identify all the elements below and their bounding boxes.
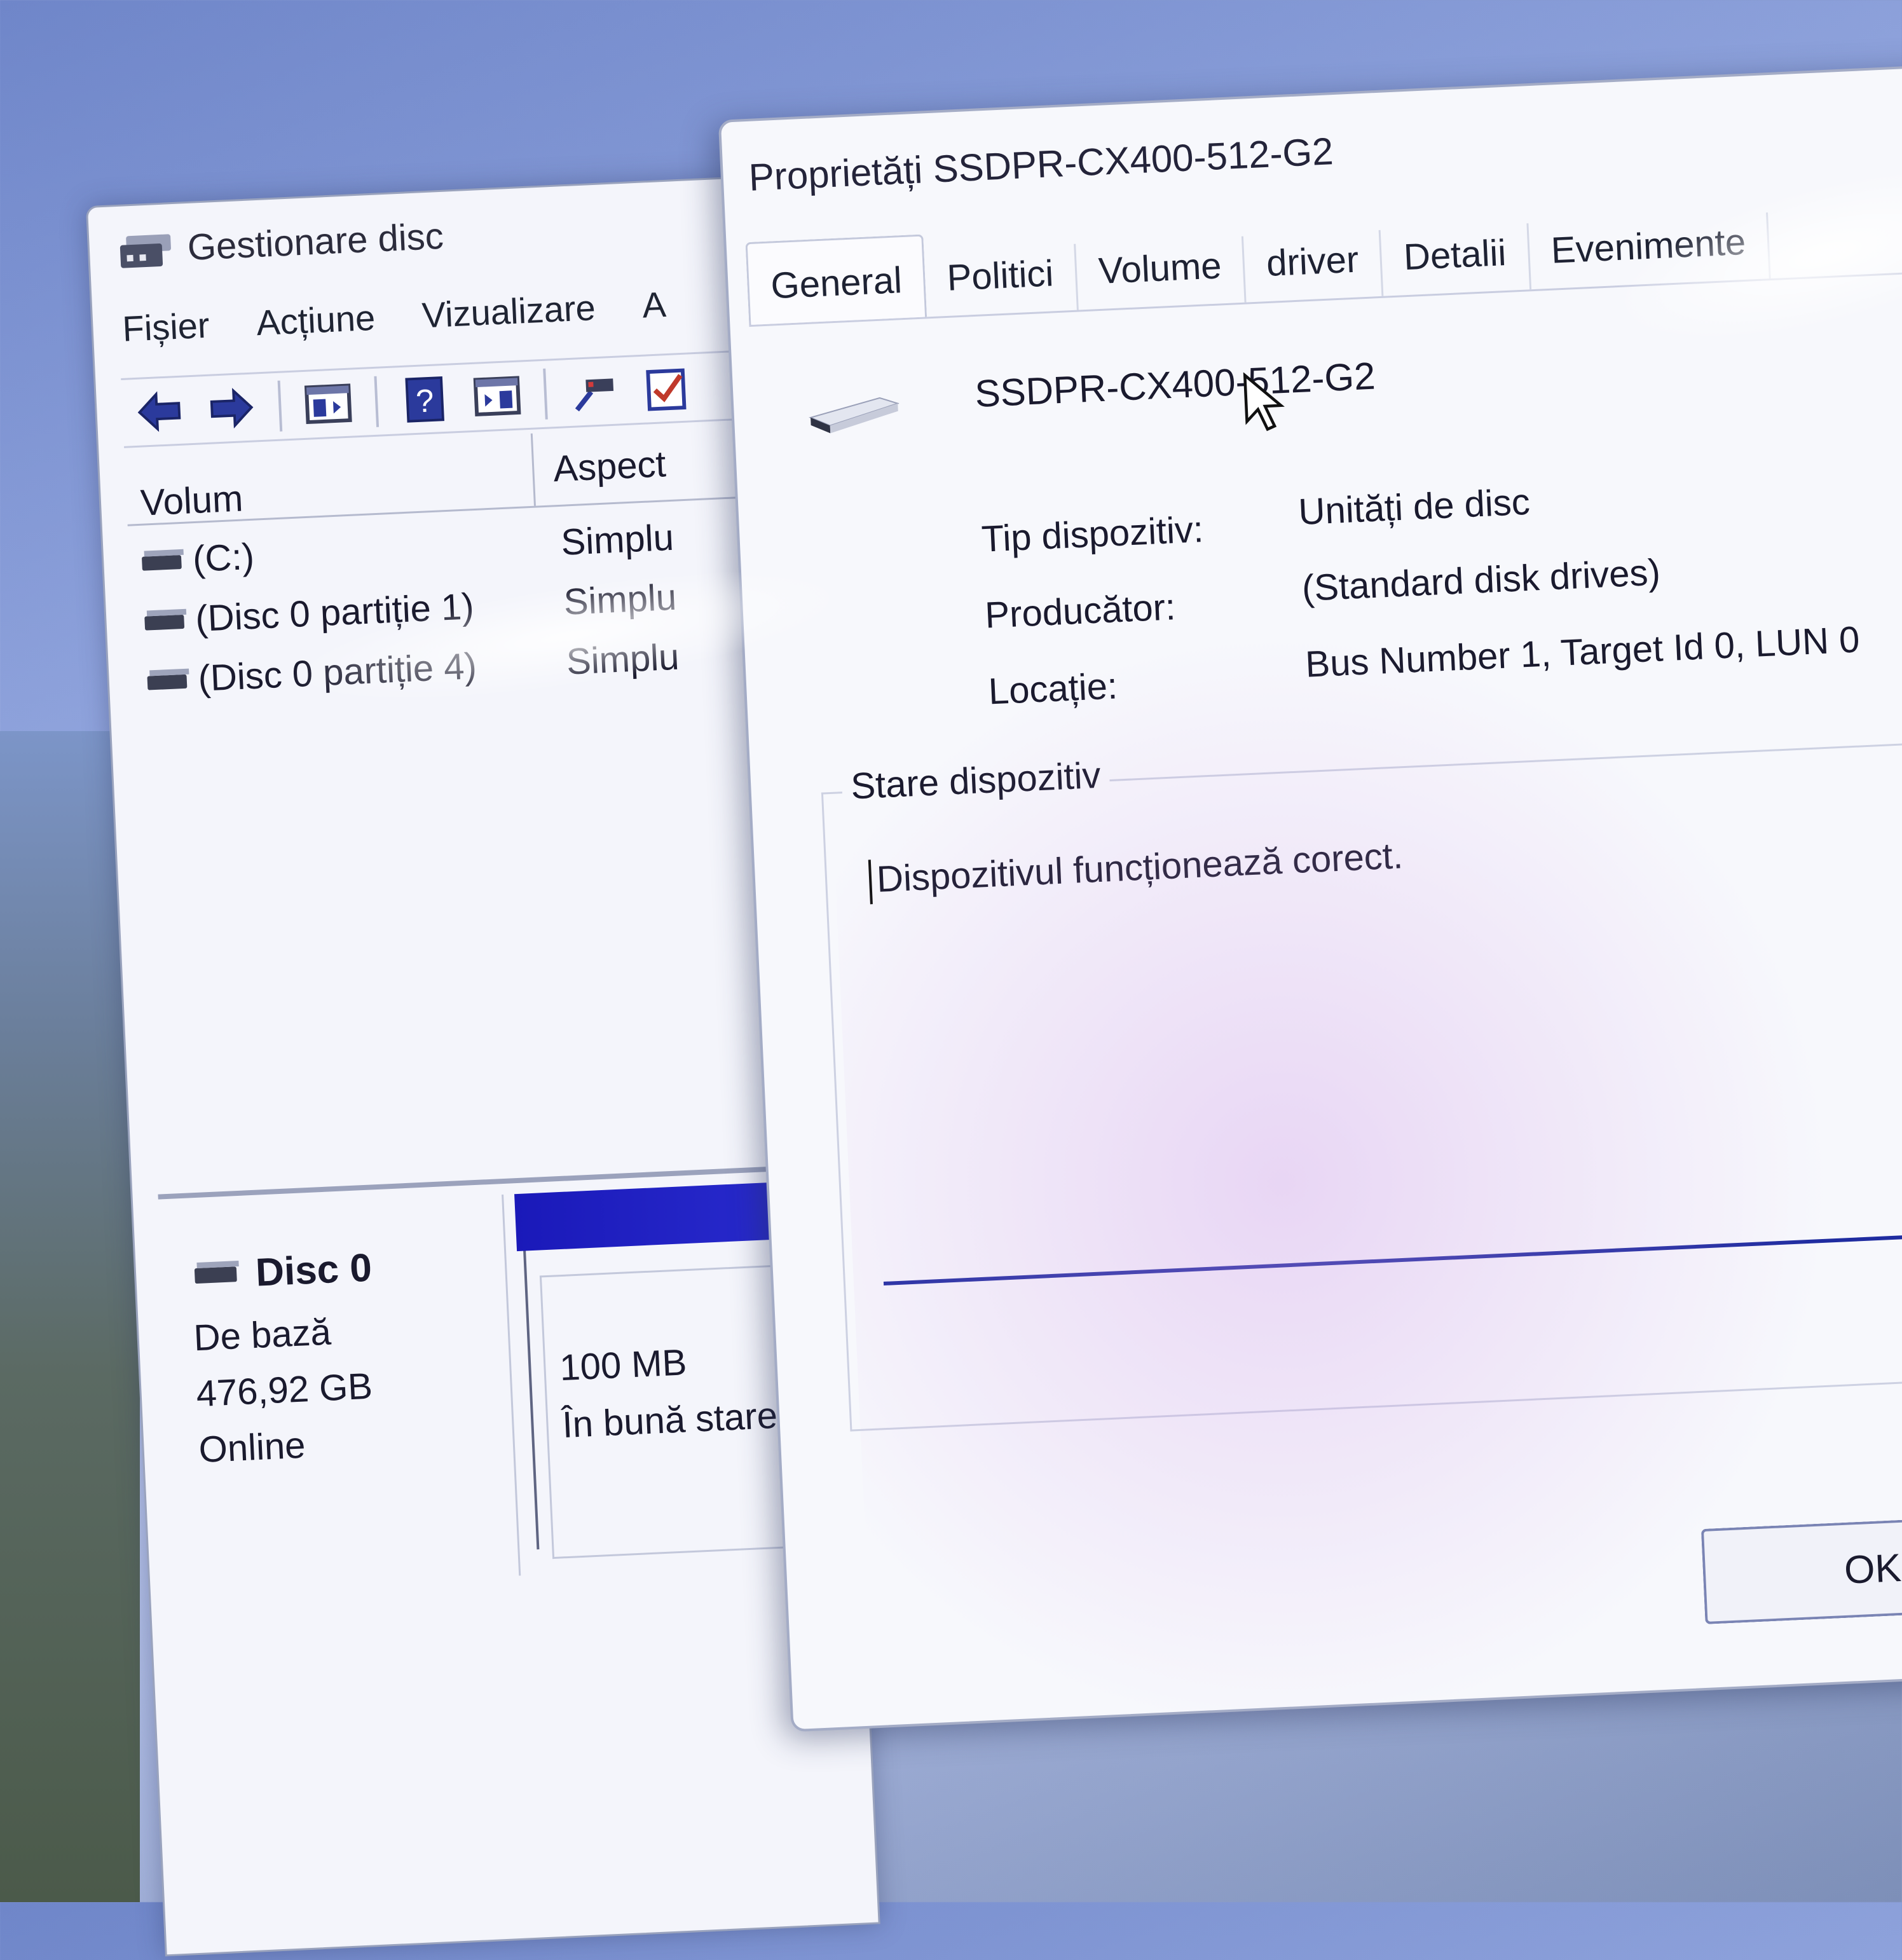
toolbar-separator [374, 376, 380, 427]
disk-name: Disc 0 [254, 1245, 373, 1295]
disk-management-app-icon [120, 229, 172, 270]
menu-help[interactable]: A [641, 284, 667, 326]
device-type-label: Tip dispozitiv: [980, 509, 1205, 560]
disk-info-panel[interactable]: Disc 0 De bază 476,92 GB Online [158, 1195, 521, 1592]
manufacturer-label: Producător: [984, 586, 1177, 636]
device-type-value: Unități de disc [1297, 481, 1531, 533]
menu-file[interactable]: Fișier [121, 305, 210, 350]
checklist-icon[interactable] [640, 362, 693, 415]
volume-layout: Simplu [563, 576, 678, 623]
volume-layout: Simplu [560, 516, 675, 563]
tab-details[interactable]: Detalii [1381, 223, 1531, 296]
column-header-volume[interactable]: Volum [140, 477, 244, 524]
window-title: Gestionare disc [186, 215, 444, 268]
toolbar-separator [277, 380, 283, 432]
forward-arrow-icon[interactable] [205, 381, 259, 435]
window-titlebar: Gestionare disc [119, 207, 445, 279]
volume-name: (Disc 0 partiție 4) [197, 645, 478, 699]
column-header-layout[interactable]: Aspect [530, 427, 668, 506]
ok-button[interactable]: OK [1700, 1511, 1902, 1624]
disk-size: 476,92 GB [195, 1365, 374, 1415]
toolbar-separator [543, 368, 548, 420]
properties-dialog: Proprietăți SSDPR-CX400-512-G2 General P… [718, 62, 1902, 1732]
back-arrow-icon[interactable] [133, 385, 186, 439]
volume-drive-icon [144, 614, 185, 631]
text-caret [868, 860, 873, 905]
svg-text:?: ? [415, 382, 435, 419]
menu-bar: Fișier Acțiune Vizualizare A [121, 284, 667, 350]
manufacturer-value: (Standard disk drives) [1301, 551, 1662, 610]
disk-type: De bază [193, 1311, 332, 1359]
tab-general[interactable]: General [745, 234, 927, 326]
disk-drive-icon [803, 388, 900, 437]
location-label: Locație: [987, 665, 1119, 713]
menu-action[interactable]: Acțiune [256, 297, 376, 343]
volume-drive-icon [141, 554, 182, 571]
tab-events[interactable]: Evenimente [1528, 212, 1771, 290]
help-icon[interactable]: ? [398, 373, 451, 427]
toolbar: ? [121, 346, 811, 448]
partition-size: 100 MB [559, 1341, 688, 1389]
console-tree-icon[interactable] [302, 377, 355, 430]
device-status-group: Stare dispozitiv Dispozitivul funcționea… [821, 737, 1902, 1432]
tab-policies[interactable]: Politici [924, 243, 1079, 317]
menu-view[interactable]: Vizualizare [421, 287, 596, 336]
volume-name: (Disc 0 partiție 1) [195, 586, 475, 640]
device-status-legend: Stare dispozitiv [840, 753, 1111, 809]
dialog-title: Proprietăți SSDPR-CX400-512-G2 [748, 130, 1334, 199]
volume-name: (C:) [191, 535, 256, 580]
volume-layout: Simplu [565, 636, 680, 683]
mouse-cursor-icon [1243, 372, 1285, 432]
device-status-textbox[interactable]: Dispozitivul funcționează corect. [863, 790, 1902, 1286]
tab-strip: General Politici Volume driver Detalii E… [745, 186, 1902, 327]
volume-list: (C:) Simplu (Disc 0 partiție 1) Simplu (… [128, 506, 823, 716]
show-pane-icon[interactable] [470, 369, 524, 423]
volume-drive-icon [147, 674, 188, 690]
disk-icon [194, 1266, 237, 1284]
device-name: SSDPR-CX400-512-G2 [974, 354, 1376, 416]
partition-health: În bună stare [561, 1394, 779, 1446]
connect-disk-icon[interactable] [567, 365, 620, 418]
tab-driver[interactable]: driver [1243, 230, 1384, 303]
device-status-text: Dispozitivul funcționează corect. [875, 835, 1404, 900]
disk-status: Online [198, 1424, 306, 1471]
location-value: Bus Number 1, Target Id 0, LUN 0 [1304, 619, 1861, 685]
tab-volumes[interactable]: Volume [1076, 236, 1247, 310]
